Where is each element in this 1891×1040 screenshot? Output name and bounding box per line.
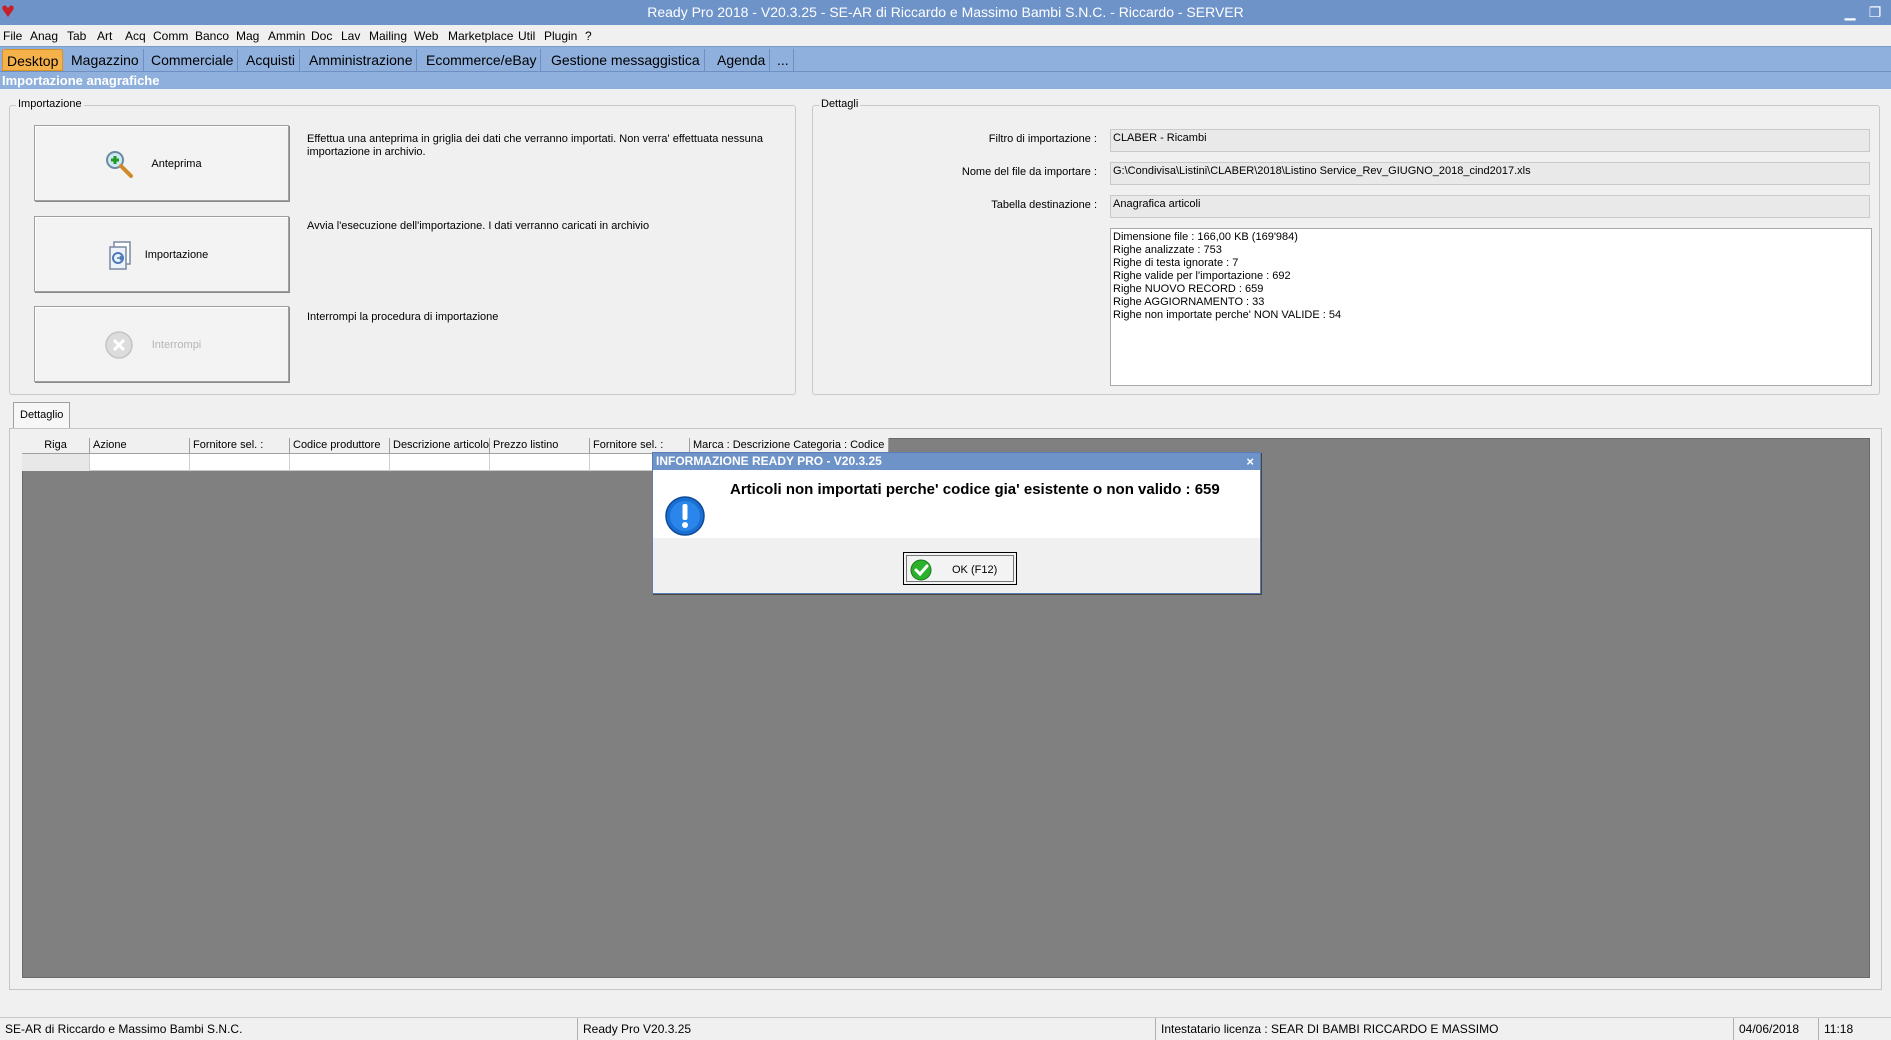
tab-agenda[interactable]: Agenda xyxy=(713,49,771,71)
title-bar: Ready Pro 2018 - V20.3.25 - SE-AR di Ric… xyxy=(0,0,1891,25)
menu-util[interactable]: Util xyxy=(518,29,535,43)
menu-acq[interactable]: Acq xyxy=(125,29,146,43)
summary-line: Righe AGGIORNAMENTO : 33 xyxy=(1113,296,1265,308)
import-button[interactable]: Importazione xyxy=(34,216,289,292)
menu-lav[interactable]: Lav xyxy=(341,29,360,43)
filter-label: Filtro di importazione : xyxy=(988,133,1097,145)
summary-line: Righe non importate perche' NON VALIDE :… xyxy=(1113,309,1342,321)
column-header-azione[interactable]: Azione xyxy=(90,438,190,454)
column-header-codice-produttore[interactable]: Codice produttore xyxy=(290,438,390,454)
menu-marketplace[interactable]: Marketplace xyxy=(448,29,513,43)
stop-button-label: Interrompi xyxy=(151,339,202,351)
grid-cell[interactable] xyxy=(90,454,190,471)
exclamation-icon xyxy=(665,496,705,536)
status-date: 04/06/2018 xyxy=(1734,1018,1819,1040)
target-table-field: Anagrafica articoli xyxy=(1110,195,1870,218)
window-title: Ready Pro 2018 - V20.3.25 - SE-AR di Ric… xyxy=(647,4,1244,20)
column-header-fornitore[interactable]: Fornitore sel. : xyxy=(190,438,290,454)
grid-cell[interactable] xyxy=(190,454,290,471)
status-time: 11:18 xyxy=(1824,1022,1854,1036)
tab-acquisti[interactable]: Acquisti xyxy=(242,49,301,71)
column-header-riga[interactable]: Riga xyxy=(22,438,90,454)
menu-anag[interactable]: Anag xyxy=(30,29,58,43)
file-name-label: Nome del file da importare : xyxy=(961,166,1097,178)
preview-description: Effettua una anteprima in griglia dei da… xyxy=(307,133,764,158)
menu-ammin[interactable]: Ammin xyxy=(268,29,305,43)
column-header-descrizione[interactable]: Descrizione articolo xyxy=(390,438,490,454)
import-description: Avvia l'esecuzione dell'importazione. I … xyxy=(307,220,650,232)
summary-line: Righe NUOVO RECORD : 659 xyxy=(1113,283,1264,295)
menu-file[interactable]: File xyxy=(3,29,22,43)
summary-line: Righe di testa ignorate : 7 xyxy=(1113,257,1239,269)
column-header-prezzo-listino[interactable]: Prezzo listino xyxy=(490,438,590,454)
tab-gestione-messaggistica[interactable]: Gestione messaggistica xyxy=(547,49,705,71)
details-group-legend: Dettagli xyxy=(819,98,861,110)
stop-button[interactable]: Interrompi xyxy=(34,306,289,382)
menu-art[interactable]: Art xyxy=(97,29,112,43)
status-license: Intestatario licenza : SEAR DI BAMBI RIC… xyxy=(1156,1018,1734,1040)
menu-help[interactable]: ? xyxy=(585,29,592,43)
minimize-icon[interactable]: ▁ xyxy=(1841,3,1859,21)
menu-mailing[interactable]: Mailing xyxy=(369,29,407,43)
dialog-close-icon[interactable]: × xyxy=(1246,453,1254,470)
menu-mag[interactable]: Mag xyxy=(236,29,259,43)
preview-button[interactable]: Anteprima xyxy=(34,125,289,201)
file-name-field: G:\Condivisa\Listini\CLABER\2018\Listino… xyxy=(1110,162,1870,185)
ok-button[interactable]: OK (F12) xyxy=(903,552,1017,585)
menu-banco[interactable]: Banco xyxy=(195,29,229,43)
section-title: Importazione anagrafiche xyxy=(0,72,1891,89)
dialog-title: INFORMAZIONE READY PRO - V20.3.25 xyxy=(653,453,1260,470)
status-version: Ready Pro V20.3.25 xyxy=(578,1018,1156,1040)
filter-field: CLABER - Ricambi xyxy=(1110,129,1870,152)
restore-icon[interactable]: ❐ xyxy=(1866,3,1884,21)
grid-cell[interactable] xyxy=(390,454,490,471)
preview-button-label: Anteprima xyxy=(151,158,202,170)
status-bar: SE-AR di Riccardo e Massimo Bambi S.N.C.… xyxy=(0,1017,1891,1040)
tab-amministrazione[interactable]: Amministrazione xyxy=(305,49,418,71)
summary-line: Righe valide per l'importazione : 692 xyxy=(1113,270,1291,282)
stop-description: Interrompi la procedura di importazione xyxy=(307,311,499,323)
info-dialog: INFORMAZIONE READY PRO - V20.3.25 × Arti… xyxy=(652,452,1261,594)
status-company: SE-AR di Riccardo e Massimo Bambi S.N.C. xyxy=(0,1018,578,1040)
checkmark-icon xyxy=(910,559,932,581)
grid-cell[interactable] xyxy=(490,454,590,471)
menu-bar: File Anag Tab Art Acq Comm Banco Mag Amm… xyxy=(0,25,1891,46)
summary-line: Dimensione file : 166,00 KB (169'984) xyxy=(1113,231,1298,243)
row-header-cell xyxy=(22,454,90,471)
import-group-legend: Importazione xyxy=(16,98,84,110)
import-summary-box: Dimensione file : 166,00 KB (169'984) Ri… xyxy=(1110,228,1872,386)
menu-web[interactable]: Web xyxy=(414,29,438,43)
menu-tab[interactable]: Tab xyxy=(67,29,86,43)
summary-line: Righe analizzate : 753 xyxy=(1113,244,1222,256)
tab-commerciale[interactable]: Commerciale xyxy=(147,49,239,71)
target-table-label: Tabella destinazione : xyxy=(991,199,1097,211)
dialog-body: Articoli non importati perche' codice gi… xyxy=(653,470,1260,538)
grid-cell[interactable] xyxy=(290,454,390,471)
tab-desktop[interactable]: Desktop xyxy=(2,49,64,71)
dialog-message: Articoli non importati perche' codice gi… xyxy=(730,481,1220,498)
tab-magazzino[interactable]: Magazzino xyxy=(67,49,144,71)
menu-plugin[interactable]: Plugin xyxy=(544,29,577,43)
module-tab-strip: Desktop Magazzino Commerciale Acquisti A… xyxy=(0,46,1891,72)
menu-doc[interactable]: Doc xyxy=(311,29,332,43)
import-button-label: Importazione xyxy=(144,249,209,261)
tab-more[interactable]: ... xyxy=(773,49,794,71)
tab-ecommerce-ebay[interactable]: Ecommerce/eBay xyxy=(422,49,542,71)
ok-button-label: OK (F12) xyxy=(952,564,998,576)
tab-dettaglio[interactable]: Dettaglio xyxy=(13,402,70,428)
menu-comm[interactable]: Comm xyxy=(153,29,188,43)
